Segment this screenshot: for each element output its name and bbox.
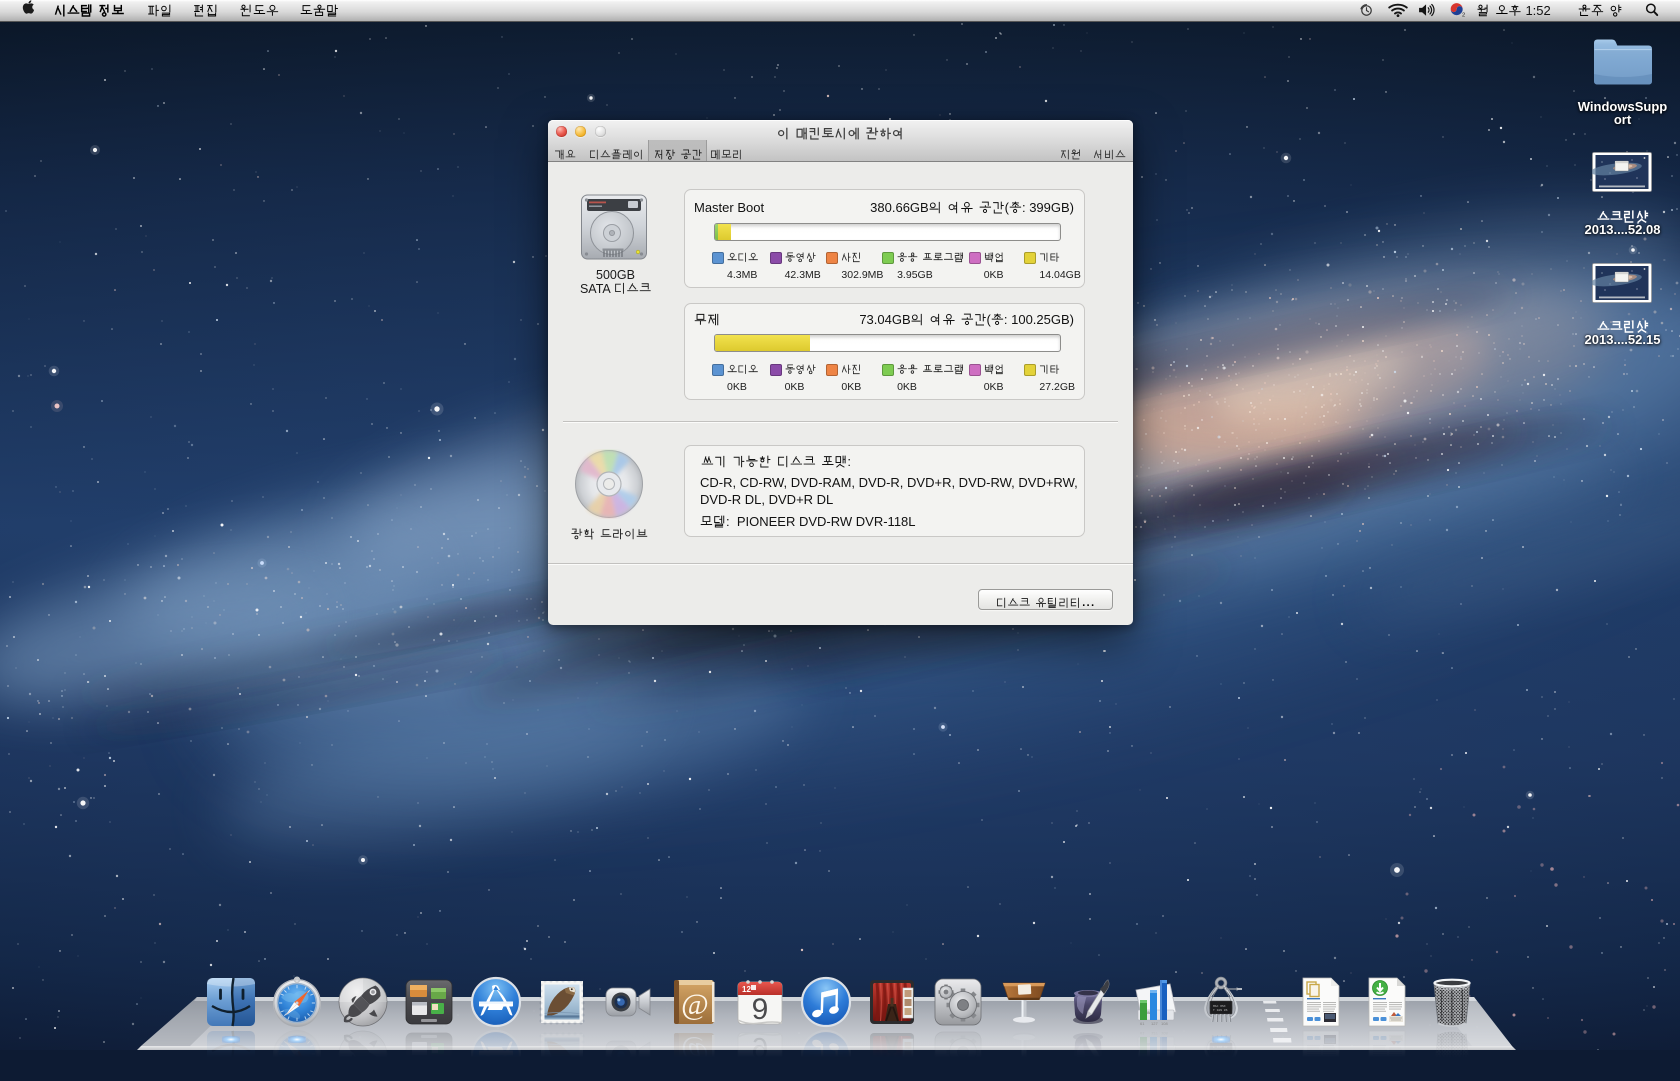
svg-text:12: 12 (742, 985, 751, 994)
svg-text:61: 61 (1140, 1031, 1145, 1036)
svg-text:MAC OSX: MAC OSX (1213, 1049, 1226, 1052)
svg-text:MAC OSX: MAC OSX (1213, 1005, 1226, 1008)
svg-text:127: 127 (1151, 1021, 1158, 1026)
svg-text:12: 12 (742, 1063, 751, 1072)
svg-text:61: 61 (1140, 1021, 1145, 1026)
svg-text:9: 9 (751, 1031, 768, 1064)
svg-text:T 10N 0S: T 10N 0S (1213, 1009, 1228, 1012)
svg-text:108: 108 (1161, 1031, 1168, 1036)
svg-text:9: 9 (751, 993, 768, 1026)
svg-text:2: 2 (1462, 13, 1465, 17)
svg-text:T 10N 0S: T 10N 0S (1213, 1045, 1228, 1048)
svg-text:108: 108 (1161, 1021, 1168, 1026)
svg-text:127: 127 (1151, 1031, 1158, 1036)
svg-text:@: @ (681, 1036, 709, 1069)
svg-text:@: @ (681, 988, 709, 1021)
